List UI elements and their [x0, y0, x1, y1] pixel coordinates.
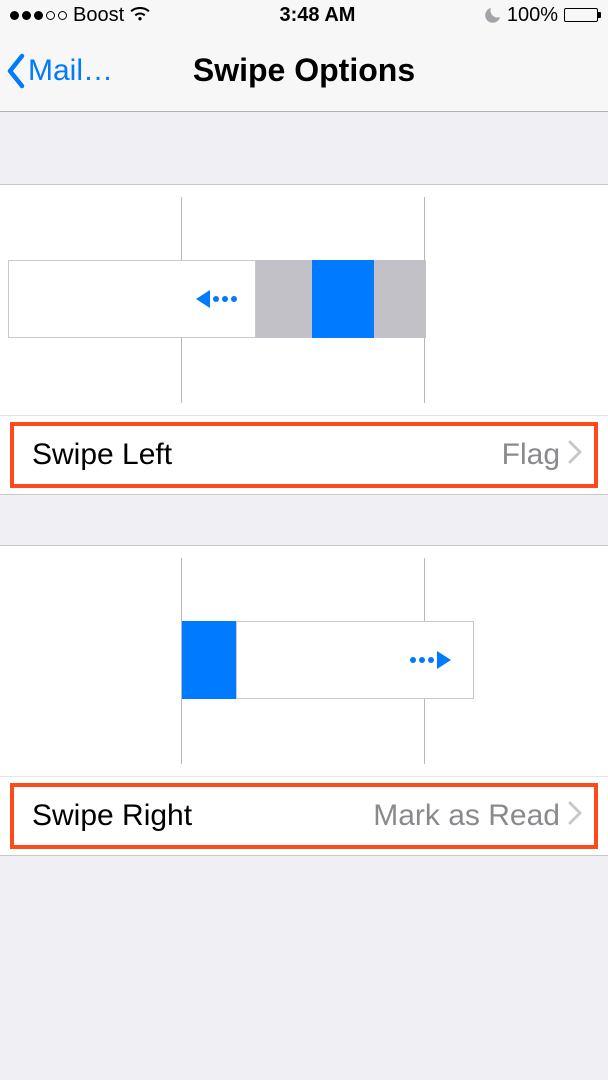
- chevron-left-icon: [4, 52, 28, 90]
- signal-strength-icon: [10, 11, 67, 20]
- swipe-left-arrow-icon: [196, 290, 237, 308]
- swipe-left-section: Swipe Left Flag: [0, 184, 608, 495]
- swipe-left-value: Flag: [502, 438, 560, 472]
- swipe-right-row[interactable]: Swipe Right Mark as Read: [10, 783, 598, 849]
- swipe-right-value: Mark as Read: [373, 799, 560, 833]
- nav-bar: Mail… Swipe Options: [0, 30, 608, 112]
- do-not-disturb-icon: [485, 7, 501, 23]
- status-bar: Boost 3:48 AM 100%: [0, 0, 608, 30]
- spacer: [0, 112, 608, 184]
- wifi-icon: [130, 4, 150, 27]
- swipe-left-label: Swipe Left: [32, 438, 172, 472]
- spacer: [0, 856, 608, 1056]
- back-button-label: Mail…: [28, 54, 113, 88]
- status-bar-left: Boost: [10, 4, 150, 27]
- carrier-label: Boost: [73, 4, 124, 27]
- battery-percentage: 100%: [507, 4, 558, 27]
- swipe-right-section: Swipe Right Mark as Read: [0, 545, 608, 856]
- swipe-left-diagram: [0, 185, 608, 415]
- battery-icon: [564, 8, 598, 22]
- status-bar-right: 100%: [485, 4, 598, 27]
- swipe-right-arrow-icon: [410, 651, 451, 669]
- swipe-right-label: Swipe Right: [32, 799, 192, 833]
- back-button[interactable]: Mail…: [0, 52, 113, 90]
- status-time: 3:48 AM: [280, 4, 356, 27]
- swipe-left-row[interactable]: Swipe Left Flag: [10, 422, 598, 488]
- swipe-right-diagram: [0, 546, 608, 776]
- spacer: [0, 495, 608, 545]
- chevron-right-icon: [568, 439, 582, 471]
- chevron-right-icon: [568, 800, 582, 832]
